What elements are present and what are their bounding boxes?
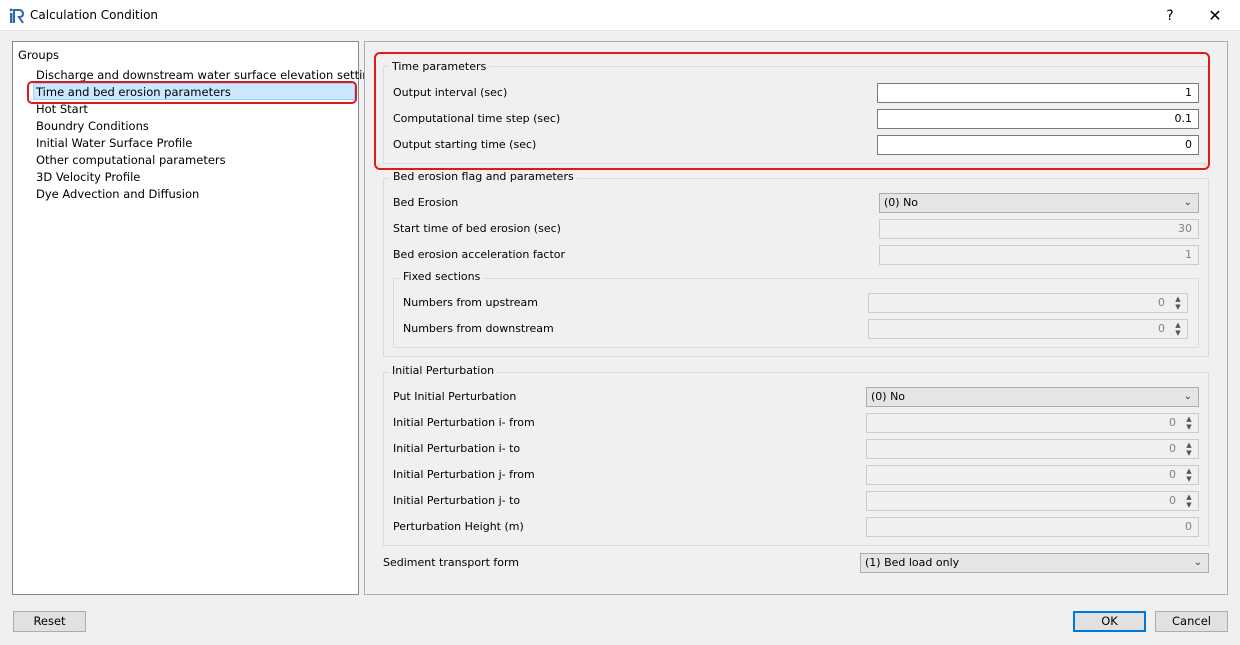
initial-perturbation-title: Initial Perturbation <box>389 364 498 377</box>
perturbation-i-to-label: Initial Perturbation i- to <box>393 442 521 455</box>
sediment-transport-value: (1) Bed load only <box>865 556 960 569</box>
sediment-transport-select[interactable]: (1) Bed load only ⌄ <box>860 553 1209 573</box>
title-bar: Calculation Condition ? ✕ <box>0 0 1240 31</box>
upstream-count-label: Numbers from upstream <box>403 296 539 309</box>
perturbation-i-to-spinbox[interactable]: 0 ▲ ▼ <box>866 439 1199 459</box>
put-perturbation-label: Put Initial Perturbation <box>393 390 517 403</box>
groups-tree-panel[interactable]: Groups Discharge and downstream water su… <box>12 41 383 595</box>
perturbation-j-from-value: 0 <box>1169 468 1176 481</box>
perturbation-j-from-label: Initial Perturbation j- from <box>393 468 535 481</box>
downstream-count-spinbox[interactable]: 0 ▲ ▼ <box>868 319 1188 339</box>
cancel-button[interactable]: Cancel <box>1155 611 1228 632</box>
spin-arrows-icon[interactable]: ▲ ▼ <box>1171 295 1185 311</box>
reset-button[interactable]: Reset <box>13 611 86 632</box>
sediment-transport-label: Sediment transport form <box>383 556 520 569</box>
fixed-sections-title: Fixed sections <box>400 270 484 283</box>
downstream-count-label: Numbers from downstream <box>403 322 554 335</box>
bed-erosion-flag-value: (0) No <box>884 196 919 209</box>
bed-erosion-start-input[interactable]: 30 <box>879 219 1199 239</box>
perturbation-j-to-label: Initial Perturbation j- to <box>393 494 521 507</box>
spin-arrows-icon[interactable]: ▲ ▼ <box>1171 321 1185 337</box>
chevron-down-icon: ⌄ <box>1183 197 1192 208</box>
perturbation-j-from-spinbox[interactable]: 0 ▲ ▼ <box>866 465 1199 485</box>
perturbation-height-label: Perturbation Height (m) <box>393 520 524 533</box>
group-item-other-computational[interactable]: Other computational parameters <box>34 152 228 169</box>
perturbation-i-from-spinbox[interactable]: 0 ▲ ▼ <box>866 413 1199 433</box>
perturbation-height-input[interactable]: 0 <box>866 517 1199 537</box>
spin-arrows-icon[interactable]: ▲ ▼ <box>1182 441 1196 457</box>
close-window-button[interactable]: ✕ <box>1203 4 1227 28</box>
perturbation-i-to-value: 0 <box>1169 442 1176 455</box>
put-perturbation-value: (0) No <box>871 390 906 403</box>
put-perturbation-select[interactable]: (0) No ⌄ <box>866 387 1199 407</box>
group-item-dye-advection[interactable]: Dye Advection and Diffusion <box>34 186 201 203</box>
bed-erosion-start-label: Start time of bed erosion (sec) <box>393 222 561 235</box>
upstream-count-spinbox[interactable]: 0 ▲ ▼ <box>868 293 1188 313</box>
perturbation-i-from-value: 0 <box>1169 416 1176 429</box>
spin-arrows-icon[interactable]: ▲ ▼ <box>1182 493 1196 509</box>
window-title: Calculation Condition <box>30 8 159 22</box>
help-button[interactable]: ? <box>1158 4 1182 28</box>
groups-root-label[interactable]: Groups <box>18 48 59 62</box>
group-item-3d-velocity[interactable]: 3D Velocity Profile <box>34 169 142 186</box>
chevron-down-icon: ⌄ <box>1193 557 1202 568</box>
spin-arrows-icon[interactable]: ▲ ▼ <box>1182 467 1196 483</box>
group-item-initial-water-surface[interactable]: Initial Water Surface Profile <box>34 135 194 152</box>
downstream-count-value: 0 <box>1158 322 1165 335</box>
perturbation-j-to-spinbox[interactable]: 0 ▲ ▼ <box>866 491 1199 511</box>
chevron-down-icon: ⌄ <box>1183 391 1192 402</box>
upstream-count-value: 0 <box>1158 296 1165 309</box>
iric-app-icon <box>9 8 25 24</box>
spin-arrows-icon[interactable]: ▲ ▼ <box>1182 415 1196 431</box>
group-item-boundary-conditions[interactable]: Boundry Conditions <box>34 118 151 135</box>
perturbation-i-from-label: Initial Perturbation i- from <box>393 416 535 429</box>
time-parameters-annotation-outline <box>374 52 1210 170</box>
bed-erosion-title: Bed erosion flag and parameters <box>390 170 577 183</box>
bed-erosion-accel-label: Bed erosion acceleration factor <box>393 248 566 261</box>
bed-erosion-flag-select[interactable]: (0) No ⌄ <box>879 193 1199 213</box>
bed-erosion-accel-input[interactable]: 1 <box>879 245 1199 265</box>
selection-annotation-outline <box>27 81 357 104</box>
perturbation-j-to-value: 0 <box>1169 494 1176 507</box>
bed-erosion-flag-label: Bed Erosion <box>393 196 459 209</box>
ok-button[interactable]: OK <box>1073 611 1146 632</box>
